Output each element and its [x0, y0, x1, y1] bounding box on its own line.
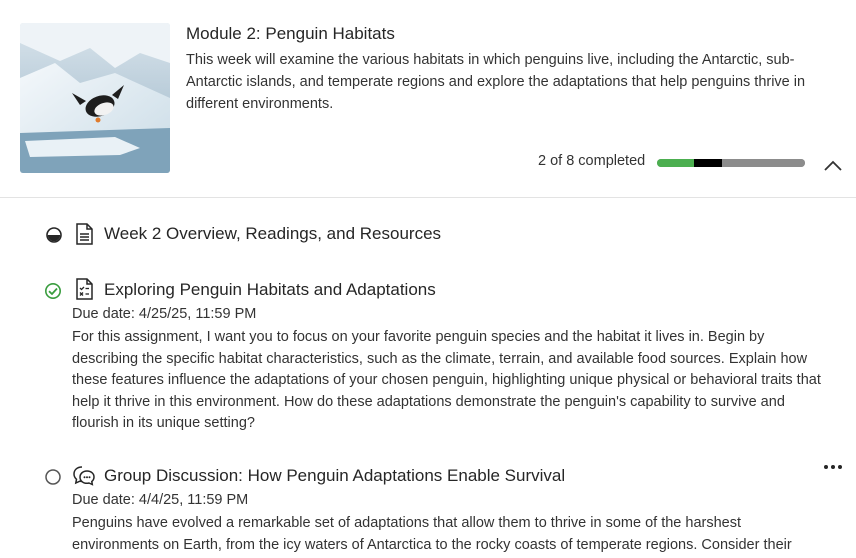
progress-current-segment	[694, 159, 722, 167]
assignment-icon	[76, 278, 93, 300]
progress-completed-segment	[657, 159, 694, 167]
completed-check-icon	[45, 283, 61, 299]
item-title-discussion[interactable]: Group Discussion: How Penguin Adaptation…	[104, 466, 565, 486]
module-header: Module 2: Penguin Habitats This week wil…	[0, 0, 856, 198]
not-started-status-icon	[45, 469, 61, 485]
module-title: Module 2: Penguin Habitats	[186, 24, 395, 43]
discussion-icon	[73, 466, 95, 486]
item-description: For this assignment, I want you to focus…	[72, 329, 821, 431]
item-title-overview[interactable]: Week 2 Overview, Readings, and Resources	[104, 224, 441, 244]
more-options-button[interactable]	[823, 460, 843, 472]
progress-bar	[657, 159, 805, 167]
ellipsis-icon	[824, 465, 842, 469]
chevron-up-icon	[824, 160, 842, 171]
module-description: This week will examine the various habit…	[186, 52, 806, 112]
progress-remaining-segment	[721, 159, 805, 167]
item-title-assignment[interactable]: Exploring Penguin Habitats and Adaptatio…	[104, 280, 436, 300]
document-icon	[76, 223, 93, 245]
due-date: Due date: 4/25/25, 11:59 PM	[72, 306, 257, 322]
item-description: Penguins have evolved a remarkable set o…	[72, 515, 792, 553]
collapse-button[interactable]	[822, 156, 844, 174]
progress-text: 2 of 8 completed	[538, 153, 646, 169]
due-date: Due date: 4/4/25, 11:59 PM	[72, 492, 249, 508]
penguin-photo-icon	[20, 23, 170, 173]
module-thumbnail	[20, 23, 170, 173]
in-progress-status-icon	[46, 227, 62, 243]
